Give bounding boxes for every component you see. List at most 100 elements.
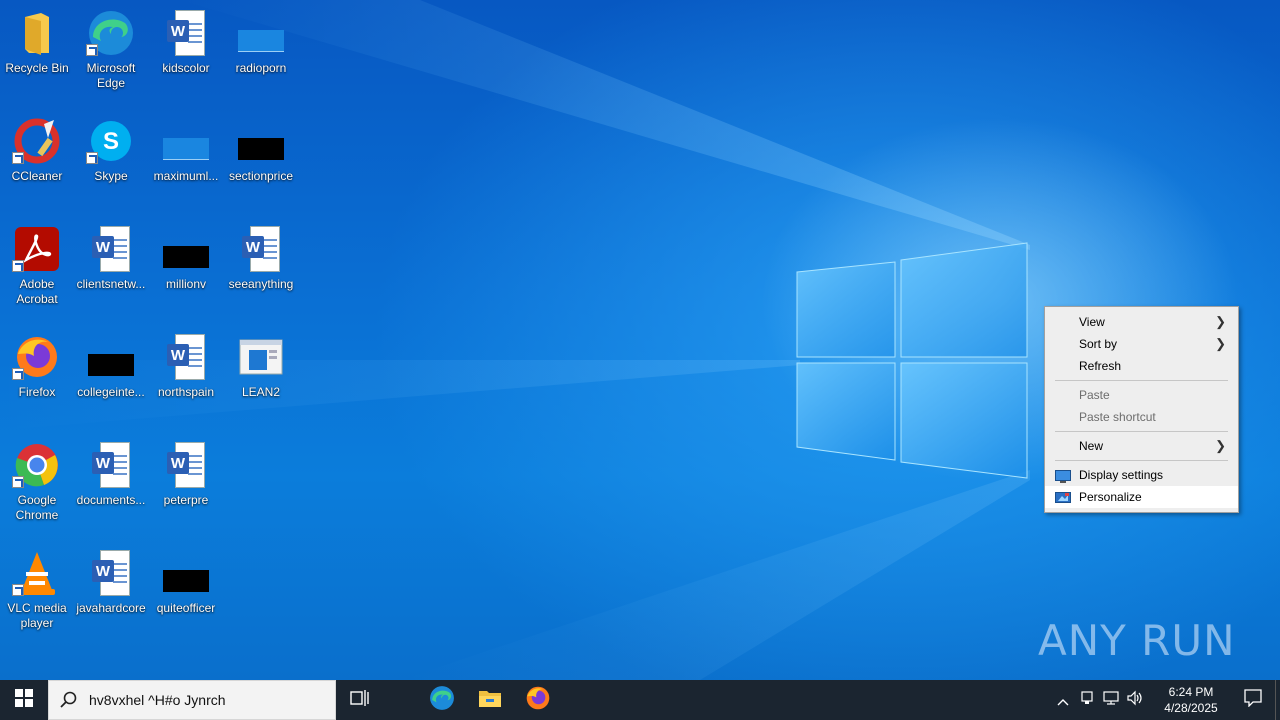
clock-time: 6:24 PM [1168,685,1214,699]
menu-item-paste-shortcut: Paste shortcut [1079,410,1156,424]
chevron-right-icon: ❯ [1215,438,1226,453]
desktop-icon-adobe-acrobat[interactable]: Adobe Acrobat [0,218,75,318]
desktop-icon-recycle-bin[interactable]: Recycle Bin [0,2,75,102]
desktop-icon-vlc[interactable]: VLC media player [0,542,75,642]
word-doc-icon: W [92,442,130,488]
black-thumbnail-icon [238,138,284,160]
shortcut-arrow-icon [86,152,98,164]
desktop-icon-documents[interactable]: W documents... [73,434,149,534]
network-icon [1102,690,1120,710]
desktop-icon-seeanything[interactable]: W seeanything [223,218,299,318]
window-app-icon [236,332,286,382]
black-thumbnail-icon [88,354,134,376]
menu-item-display-settings[interactable]: Display settings [1045,464,1238,486]
desktop-icon-peterpre[interactable]: W peterpre [148,434,224,534]
desktop-icon-northspain[interactable]: W northspain [148,326,224,426]
desktop-icon-millionv[interactable]: millionv [148,218,224,318]
menu-item-sort-by[interactable]: Sort by ❯ [1045,333,1238,355]
windows-logo-icon [15,689,33,711]
black-thumbnail-icon [163,246,209,268]
desktop[interactable]: Recycle Bin CCleaner Adobe Acrobat Firef… [0,0,1280,680]
taskbar-clock[interactable]: 6:24 PM 4/28/2025 [1151,684,1231,716]
desktop-icon-sectionprice[interactable]: sectionprice [223,110,299,210]
firefox-icon [525,685,551,715]
shortcut-arrow-icon [12,368,24,380]
edge-icon [429,685,455,715]
desktop-icon-ccleaner[interactable]: CCleaner [0,110,75,210]
chevron-right-icon: ❯ [1215,336,1226,351]
shortcut-arrow-icon [12,152,24,164]
menu-item-personalize[interactable]: Personalize [1045,486,1238,508]
personalize-icon [1055,490,1071,503]
black-thumbnail-icon [163,570,209,592]
file-explorer-icon [478,688,502,712]
svg-text:S: S [103,128,119,155]
volume-icon [1126,690,1144,710]
desktop-icon-collegeinte[interactable]: collegeinte... [73,326,149,426]
taskbar-search-box[interactable]: hv8vxhel ^H#o Jynrch [48,680,336,720]
word-doc-icon: W [92,226,130,272]
desktop-icon-javahardcore[interactable]: W javahardcore [73,542,149,642]
blue-thumbnail-icon [238,30,284,52]
desktop-icon-radioporn[interactable]: radioporn [223,2,299,102]
blue-thumbnail-icon [163,138,209,160]
shortcut-arrow-icon [12,476,24,488]
desktop-icon-firefox[interactable]: Firefox [0,326,75,426]
desktop-context-menu: View ❯ Sort by ❯ Refresh Paste Paste sho… [1044,306,1239,513]
show-desktop-button[interactable] [1275,680,1280,720]
menu-separator [1055,380,1228,381]
skype-icon: S [86,116,136,166]
taskbar-edge-button[interactable] [418,680,466,720]
chevron-right-icon: ❯ [1215,314,1226,329]
system-tray: 6:24 PM 4/28/2025 [1051,680,1280,720]
search-icon [49,680,89,720]
desktop-icon-lean2[interactable]: LEAN2 [223,326,299,426]
desktop-icon-clientsnetw[interactable]: W clientsnetw... [73,218,149,318]
notification-icon [1244,689,1262,711]
taskbar-firefox-button[interactable] [514,680,562,720]
volume-button[interactable] [1123,680,1147,720]
menu-item-view[interactable]: View ❯ [1045,311,1238,333]
word-doc-icon: W [167,442,205,488]
firefox-icon [12,332,62,382]
task-view-button[interactable] [336,680,384,720]
taskbar-file-explorer-button[interactable] [466,680,514,720]
shortcut-arrow-icon [86,44,98,56]
desktop-icon-microsoft-edge[interactable]: Microsoft Edge [73,2,149,102]
network-button[interactable] [1099,680,1123,720]
desktop-icon-google-chrome[interactable]: Google Chrome [0,434,75,534]
action-center-button[interactable] [1231,680,1275,720]
tray-device-button[interactable] [1075,680,1099,720]
menu-separator [1055,431,1228,432]
device-icon [1079,690,1095,710]
chrome-icon [12,440,62,490]
acrobat-icon [12,224,62,274]
desktop-icon-skype[interactable]: S Skype [73,110,149,210]
show-hidden-icons-button[interactable] [1051,680,1075,720]
word-doc-icon: W [242,226,280,272]
taskbar: hv8vxhel ^H#o Jynrch 6:24 PM 4/28/2025 [0,680,1280,720]
desktop-icon-kidscolor[interactable]: W kidscolor [148,2,224,102]
start-button[interactable] [0,680,48,720]
menu-separator [1055,460,1228,461]
word-doc-icon: W [167,10,205,56]
edge-icon [86,8,136,58]
shortcut-arrow-icon [12,260,24,272]
word-doc-icon: W [92,550,130,596]
menu-item-new[interactable]: New ❯ [1045,435,1238,457]
chevron-up-icon [1057,691,1069,710]
display-icon [1055,468,1071,483]
search-input[interactable]: hv8vxhel ^H#o Jynrch [89,692,226,708]
anyrun-watermark: ANY RUN [1038,615,1236,665]
shortcut-arrow-icon [12,584,24,596]
menu-item-refresh[interactable]: Refresh [1045,355,1238,377]
clock-date: 4/28/2025 [1164,701,1218,715]
word-doc-icon: W [167,334,205,380]
vlc-icon [12,548,62,598]
ccleaner-icon [12,116,62,166]
folder-icon [12,8,62,58]
menu-item-paste: Paste [1079,388,1110,402]
task-view-icon [350,689,370,711]
desktop-icon-maximuml[interactable]: maximuml... [148,110,224,210]
desktop-icon-quiteofficer[interactable]: quiteofficer [148,542,224,642]
